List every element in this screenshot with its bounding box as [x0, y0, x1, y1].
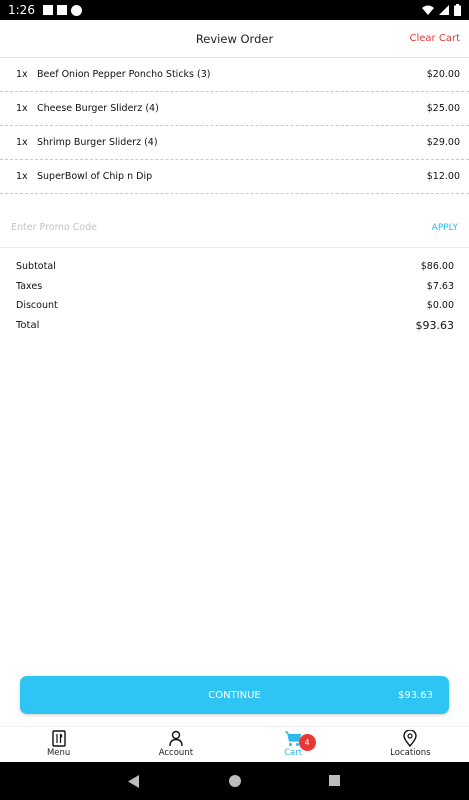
- page-title: Review Order: [195, 32, 274, 46]
- taxes-label: Taxes: [16, 280, 43, 292]
- discount-row: Discount $0.00: [16, 296, 454, 316]
- discount-value: $0.00: [426, 300, 454, 312]
- list-item[interactable]: 1x SuperBowl of Chip n Dip $12.00: [0, 160, 469, 194]
- nav-item-account[interactable]: Account: [117, 727, 234, 762]
- item-quantity: 1x: [16, 103, 28, 114]
- taxes-row: Taxes $7.63: [16, 277, 454, 297]
- item-quantity: 1x: [16, 137, 28, 148]
- home-icon[interactable]: [229, 775, 241, 787]
- nav-item-cart[interactable]: Cart 4: [235, 727, 352, 762]
- item-price: $20.00: [426, 69, 460, 80]
- item-price: $12.00: [426, 171, 460, 182]
- order-summary: Subtotal $86.00 Taxes $7.63 Discount $0.…: [16, 257, 454, 335]
- discount-label: Discount: [16, 300, 58, 312]
- clear-cart-button[interactable]: Clear Cart: [410, 33, 460, 44]
- item-price: $29.00: [426, 137, 460, 148]
- item-price: $25.00: [426, 103, 460, 114]
- taxes-value: $7.63: [426, 280, 454, 292]
- promo-code-row: APPLY: [0, 208, 469, 248]
- list-item[interactable]: 1x Shrimp Burger Sliderz (4) $29.00: [0, 126, 469, 160]
- total-label: Total: [16, 319, 40, 331]
- list-item[interactable]: 1x Cheese Burger Sliderz (4) $25.00: [0, 92, 469, 126]
- battery-icon: [454, 4, 461, 16]
- item-name: Cheese Burger Sliderz (4): [37, 103, 159, 114]
- order-items-list: 1x Beef Onion Pepper Poncho Sticks (3) $…: [0, 58, 469, 194]
- nav-label-account: Account: [158, 748, 194, 758]
- menu-book-icon: [51, 730, 66, 747]
- promo-code-input[interactable]: [11, 222, 432, 233]
- subtotal-row: Subtotal $86.00: [16, 257, 454, 277]
- continue-label: CONTINUE: [208, 689, 261, 701]
- location-pin-icon: [403, 730, 418, 747]
- recent-apps-icon[interactable]: [329, 775, 340, 786]
- user-icon: [169, 730, 183, 747]
- nav-label-locations: Locations: [390, 748, 431, 758]
- apply-promo-button[interactable]: APPLY: [432, 223, 458, 233]
- status-bar: 1:26: [0, 0, 469, 20]
- nav-label-menu: Menu: [46, 748, 71, 758]
- notification-icon: [56, 5, 67, 15]
- continue-price: $93.63: [398, 689, 433, 701]
- wifi-icon: [422, 5, 434, 15]
- signal-icon: [439, 5, 449, 15]
- subtotal-label: Subtotal: [16, 261, 56, 273]
- item-name: SuperBowl of Chip n Dip: [37, 171, 153, 182]
- item-quantity: 1x: [16, 171, 28, 182]
- app-notification-icon: [70, 4, 82, 16]
- continue-button[interactable]: CONTINUE $93.63: [20, 676, 449, 714]
- item-quantity: 1x: [16, 69, 28, 80]
- total-value: $93.63: [415, 318, 455, 332]
- subtotal-value: $86.00: [420, 261, 454, 273]
- notification-icon: [42, 5, 53, 15]
- nav-item-menu[interactable]: Menu: [0, 727, 117, 762]
- bottom-navigation: Menu Account Cart 4 Locations: [0, 726, 469, 762]
- back-icon[interactable]: [128, 775, 140, 788]
- cart-count-badge: 4: [298, 734, 316, 751]
- total-row: Total $93.63: [16, 316, 454, 336]
- item-name: Beef Onion Pepper Poncho Sticks (3): [37, 69, 211, 80]
- status-time: 1:26: [8, 3, 35, 17]
- nav-label-cart: Cart: [284, 748, 303, 758]
- nav-item-locations[interactable]: Locations: [352, 727, 469, 762]
- header: Review Order Clear Cart: [0, 20, 469, 58]
- list-item[interactable]: 1x Beef Onion Pepper Poncho Sticks (3) $…: [0, 58, 469, 92]
- item-name: Shrimp Burger Sliderz (4): [37, 137, 158, 148]
- system-navigation-bar: [0, 762, 469, 800]
